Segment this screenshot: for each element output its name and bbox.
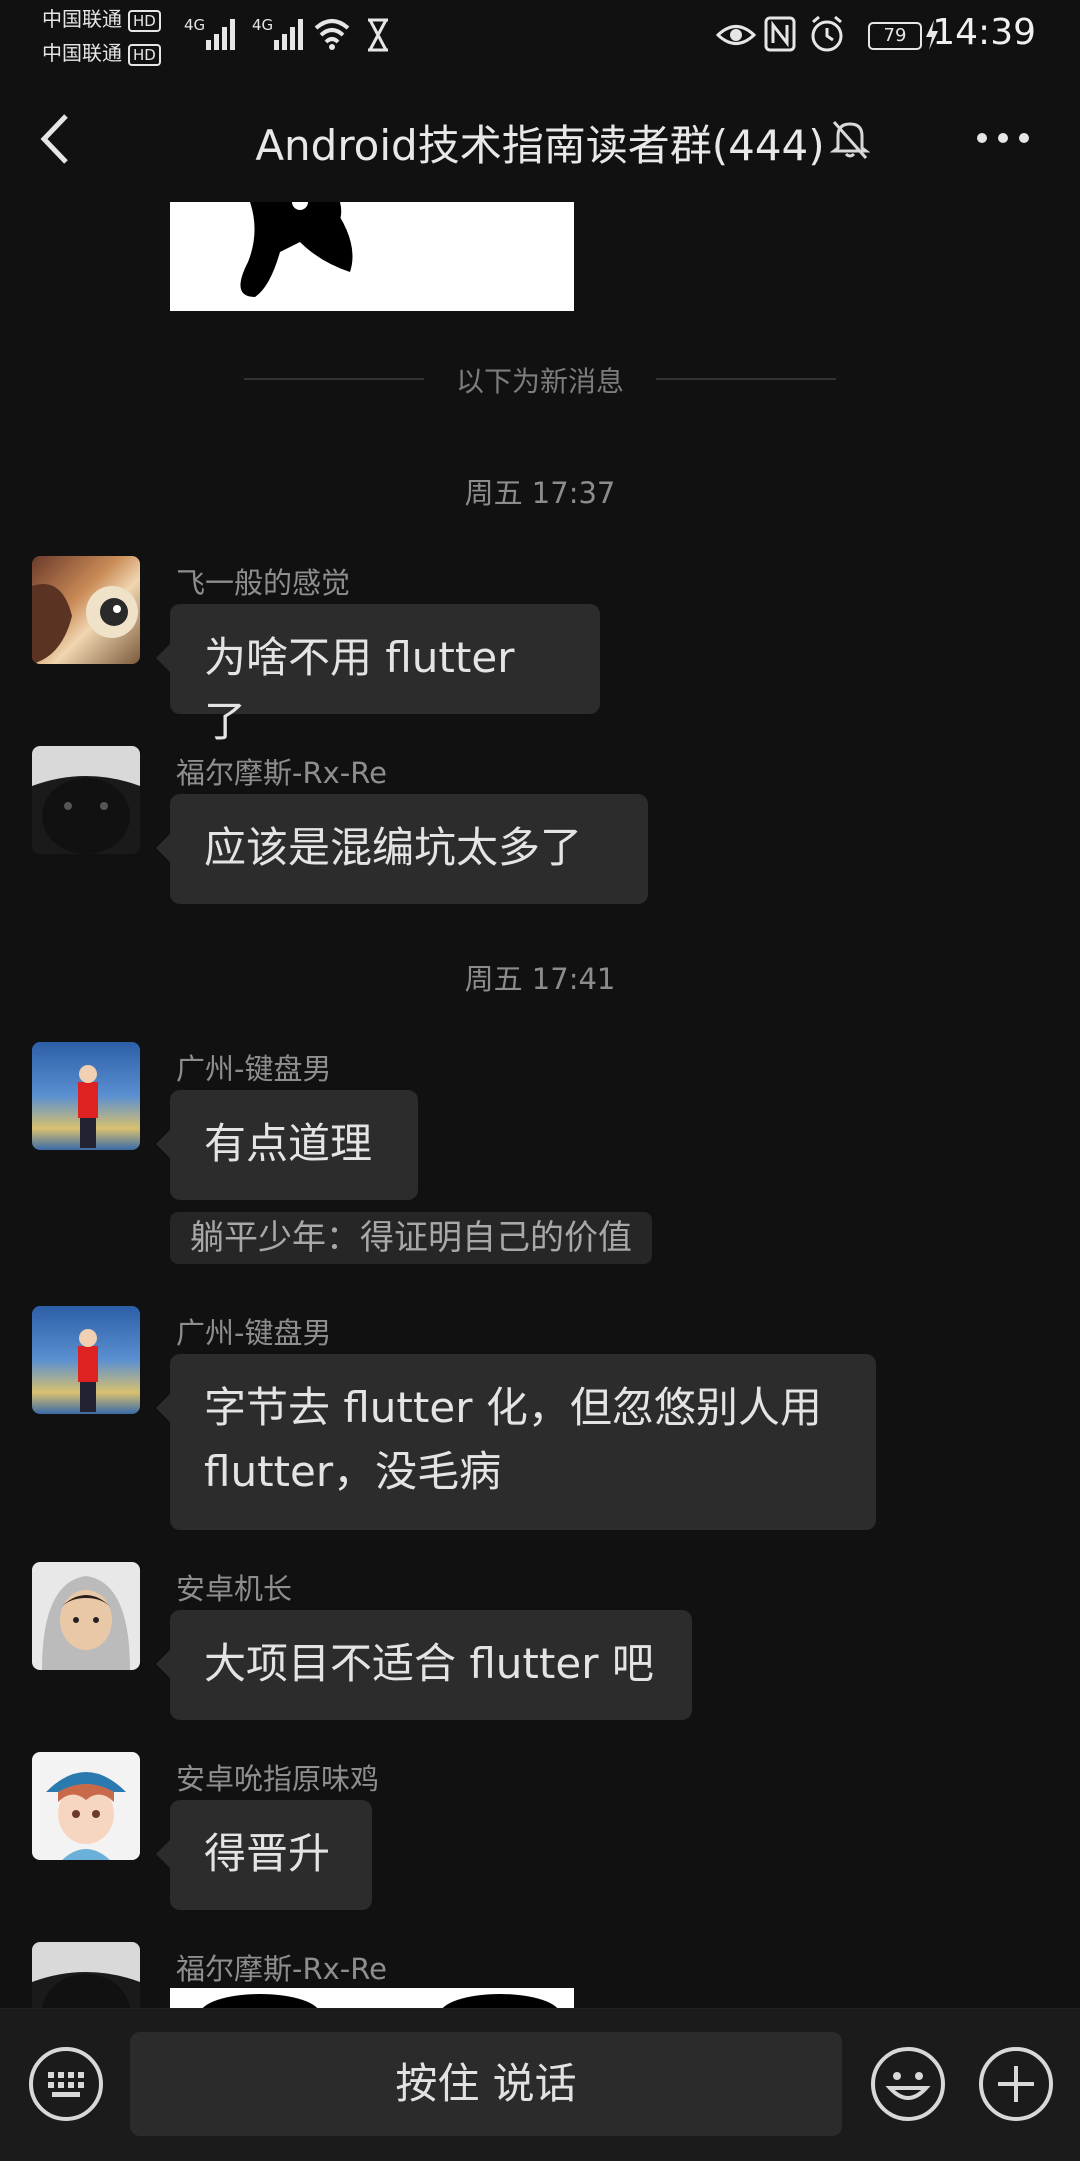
avatar[interactable] <box>32 1942 140 2008</box>
panda-sticker-image <box>202 1994 558 2008</box>
chat-title: Android技术指南读者群(444) <box>0 112 1080 173</box>
carrier-1-label: 中国联通 <box>42 7 122 31</box>
avatar[interactable] <box>32 1306 140 1414</box>
message-text-line-2: flutter，没毛病 <box>204 1447 502 1496</box>
avatar[interactable] <box>32 1042 140 1150</box>
hd-badge: HD <box>128 9 161 32</box>
hold-to-talk-button[interactable]: 按住 说话 <box>130 2032 842 2136</box>
carrier-2-label: 中国联通 <box>42 41 122 65</box>
carrier-2: 中国联通 HD <box>42 38 161 68</box>
sender-name: 飞一般的感觉 <box>176 566 351 600</box>
wifi-icon <box>314 19 350 50</box>
sender-name: 福尔摩斯-Rx-Re <box>176 1952 387 1986</box>
keyboard-icon[interactable] <box>28 2046 104 2122</box>
sender-name: 安卓机长 <box>176 1572 293 1606</box>
message-text: 应该是混编坑太多了 <box>204 823 583 872</box>
more-dots-icon[interactable] <box>976 130 1030 146</box>
quoted-reply[interactable]: 躺平少年：得证明自己的价值 <box>170 1212 652 1264</box>
timestamp: 周五 17:41 <box>464 962 616 996</box>
hourglass-icon <box>368 18 388 52</box>
hd-badge-2: HD <box>128 43 161 66</box>
plus-icon[interactable] <box>978 2046 1054 2122</box>
avatar-image <box>78 1329 98 1412</box>
image-message-sticker[interactable] <box>170 202 574 311</box>
message-text: 得晋升 <box>204 1829 331 1878</box>
bell-off-icon <box>830 121 870 159</box>
new-messages-divider: 以下为新消息 <box>455 365 624 398</box>
message-text-line-1: 字节去 flutter 化，但忽悠别人用 <box>204 1383 822 1432</box>
sender-name: 广州-键盘男 <box>176 1052 332 1086</box>
signal-icon: 4G 4G <box>184 16 303 50</box>
sender-name: 福尔摩斯-Rx-Re <box>176 756 387 790</box>
message-bubble[interactable]: 字节去 flutter 化，但忽悠别人用 flutter，没毛病 <box>156 1354 876 1530</box>
message-bubble[interactable]: 得晋升 <box>156 1800 372 1910</box>
avatar-image <box>32 584 138 664</box>
status-bar: 中国联通 HD 中国联通 HD 4G 4G 79 14:39 <box>0 0 1080 68</box>
timestamp: 周五 17:37 <box>464 476 616 510</box>
avatar-image <box>78 1065 98 1148</box>
panda-sticker-image <box>240 202 353 297</box>
emoji-icon[interactable] <box>870 2046 946 2122</box>
nfc-icon <box>764 16 796 52</box>
message-bubble[interactable]: 为啥不用 flutter 了 <box>156 604 600 746</box>
avatar-image <box>32 1942 140 2008</box>
avatar[interactable] <box>32 1752 140 1860</box>
message-text: 有点道理 <box>204 1119 373 1168</box>
sender-name: 广州-键盘男 <box>176 1316 332 1350</box>
eye-icon <box>716 25 756 45</box>
message-bubble[interactable]: 大项目不适合 flutter 吧 <box>156 1610 692 1720</box>
avatar[interactable] <box>32 1562 140 1670</box>
clock: 14:39 <box>932 12 1036 53</box>
alarm-icon <box>811 15 843 52</box>
svg-text:4G: 4G <box>252 16 273 34</box>
avatar-image <box>32 746 140 854</box>
avatar-image <box>42 1576 130 1670</box>
sender-name: 安卓吮指原味鸡 <box>176 1762 380 1796</box>
avatar-image <box>46 1772 126 1860</box>
svg-text:4G: 4G <box>184 16 205 34</box>
chat-title-text: Android技术指南读者群(444) <box>255 121 825 170</box>
carrier-1: 中国联通 HD <box>42 4 161 34</box>
message-bubble[interactable]: 有点道理 <box>156 1090 418 1200</box>
message-text: 为啥不用 flutter 了 <box>204 633 515 746</box>
message-bubble[interactable]: 应该是混编坑太多了 <box>156 794 648 904</box>
image-message-sticker[interactable] <box>170 1988 574 2008</box>
message-text: 大项目不适合 flutter 吧 <box>204 1639 654 1688</box>
avatar[interactable] <box>32 746 140 854</box>
avatar[interactable] <box>32 556 140 664</box>
battery-level: 79 <box>868 22 922 50</box>
